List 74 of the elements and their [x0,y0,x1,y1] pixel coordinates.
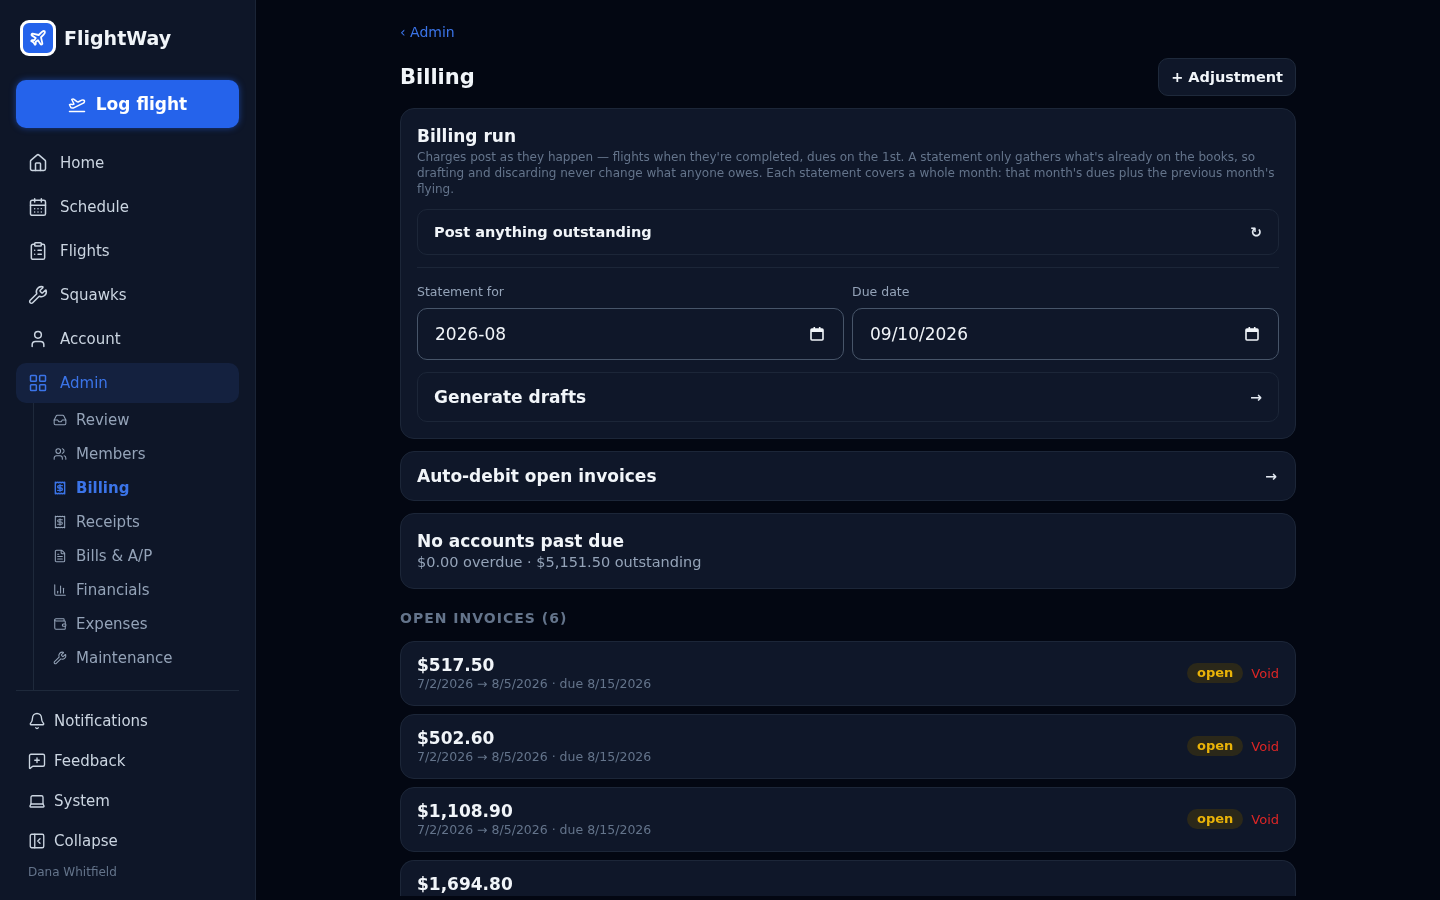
invoice-period: 7/2/2026 → 8/5/2026 · due 8/15/2026 [417,749,652,765]
file-text-icon [53,549,67,563]
wrench-icon [53,651,67,665]
refresh-icon: ↻ [1250,224,1262,240]
card-title: No accounts past due [417,530,626,552]
void-button[interactable]: Void [1251,811,1279,827]
status-badge: open [1187,809,1244,829]
footer-nav-item[interactable]: Notifications [16,701,239,741]
card-description: Charges post as they happen — flights when they're completed, dues on the 1st. A statement only gathers what's already on the books, so drafting and discarding never change what anyone owes. Each statement covers a whole month: that month's dues plus the previous month's flying. [417,149,1276,197]
brand-name: FlightWay [64,27,172,49]
user-name: Dana Whitfield [27,864,118,880]
arrow-right-icon: → [1265,468,1277,484]
invoice-period: 7/2/2026 → 8/5/2026 · due 8/15/2026 [417,676,652,692]
inbox-icon [53,413,67,427]
balance-summary: $0.00 overdue · $5,151.50 outstanding [417,553,703,572]
clipboard-list-icon [28,241,48,261]
footer-nav-item[interactable]: Feedback [16,741,239,781]
house-icon [28,153,48,173]
nav-item[interactable]: Flights [16,231,239,271]
receipt-icon [53,481,67,495]
user-icon [28,329,48,349]
nav-item[interactable]: Admin [16,363,239,403]
calendar-icon [28,197,48,217]
sub-nav-item[interactable]: Maintenance [34,641,239,675]
generate-drafts-button[interactable]: Generate drafts → [417,372,1279,422]
calendar-icon [1245,327,1259,341]
invoice-period: 7/2/2026 → 8/5/2026 · due 8/15/2026 [417,822,652,838]
field-label: Statement for [417,284,505,300]
card-title: Billing run [417,125,518,147]
sub-nav-item[interactable]: Bills & A/P [34,539,239,573]
sub-nav-item[interactable]: Billing [34,471,239,505]
status-badge: open [1187,663,1244,683]
auto-debit-button[interactable]: Auto-debit open invoices → [400,451,1296,501]
breadcrumb-link[interactable]: ‹ Admin [400,24,455,40]
receipt-icon [53,515,67,529]
logo-icon [20,20,56,56]
nav-item[interactable]: Home [16,143,239,183]
invoice-amount: $1,108.90 [417,800,514,822]
laptop-icon [28,792,46,810]
bar-chart-icon [53,583,67,597]
page-title: Billing [400,64,475,90]
void-button[interactable]: Void [1251,738,1279,754]
plane-icon [67,95,86,113]
sub-nav-item[interactable]: Financials [34,573,239,607]
invoice-amount: $517.50 [417,654,496,676]
date-field[interactable]: 09/10/2026 [852,308,1279,360]
nav-item[interactable]: Squawks [16,275,239,315]
nav-item[interactable]: Schedule [16,187,239,227]
status-badge: open [1187,736,1244,756]
sub-nav-item[interactable]: Review [34,403,239,437]
arrow-right-icon: → [1250,389,1262,405]
sub-nav-item[interactable]: Expenses [34,607,239,641]
post-outstanding-button[interactable]: Post anything outstanding ↻ [417,209,1279,255]
nav-item[interactable]: Account [16,319,239,359]
sub-nav-item[interactable]: Members [34,437,239,471]
grid-icon [28,373,48,393]
field-label: Due date [852,284,911,300]
bell-icon [28,712,46,730]
footer-nav-item[interactable]: Collapse [16,821,239,861]
log-flight-button[interactable]: Log flight [16,80,239,128]
message-plus-icon [28,752,46,770]
wrench-icon [28,285,48,305]
section-heading: OPEN INVOICES (6) [400,609,569,627]
invoice-amount: $1,694.80 [417,873,513,895]
invoice-amount: $502.60 [417,727,496,749]
wallet-icon [53,617,67,631]
panel-collapse-icon [28,832,46,850]
void-button[interactable]: Void [1251,665,1279,681]
date-field[interactable]: 2026-08 [417,308,844,360]
calendar-icon [810,327,824,341]
sub-nav-item[interactable]: Receipts [34,505,239,539]
users-icon [53,447,67,461]
adjustment-button[interactable]: + Adjustment [1158,58,1296,96]
footer-nav-item[interactable]: System [16,781,239,821]
